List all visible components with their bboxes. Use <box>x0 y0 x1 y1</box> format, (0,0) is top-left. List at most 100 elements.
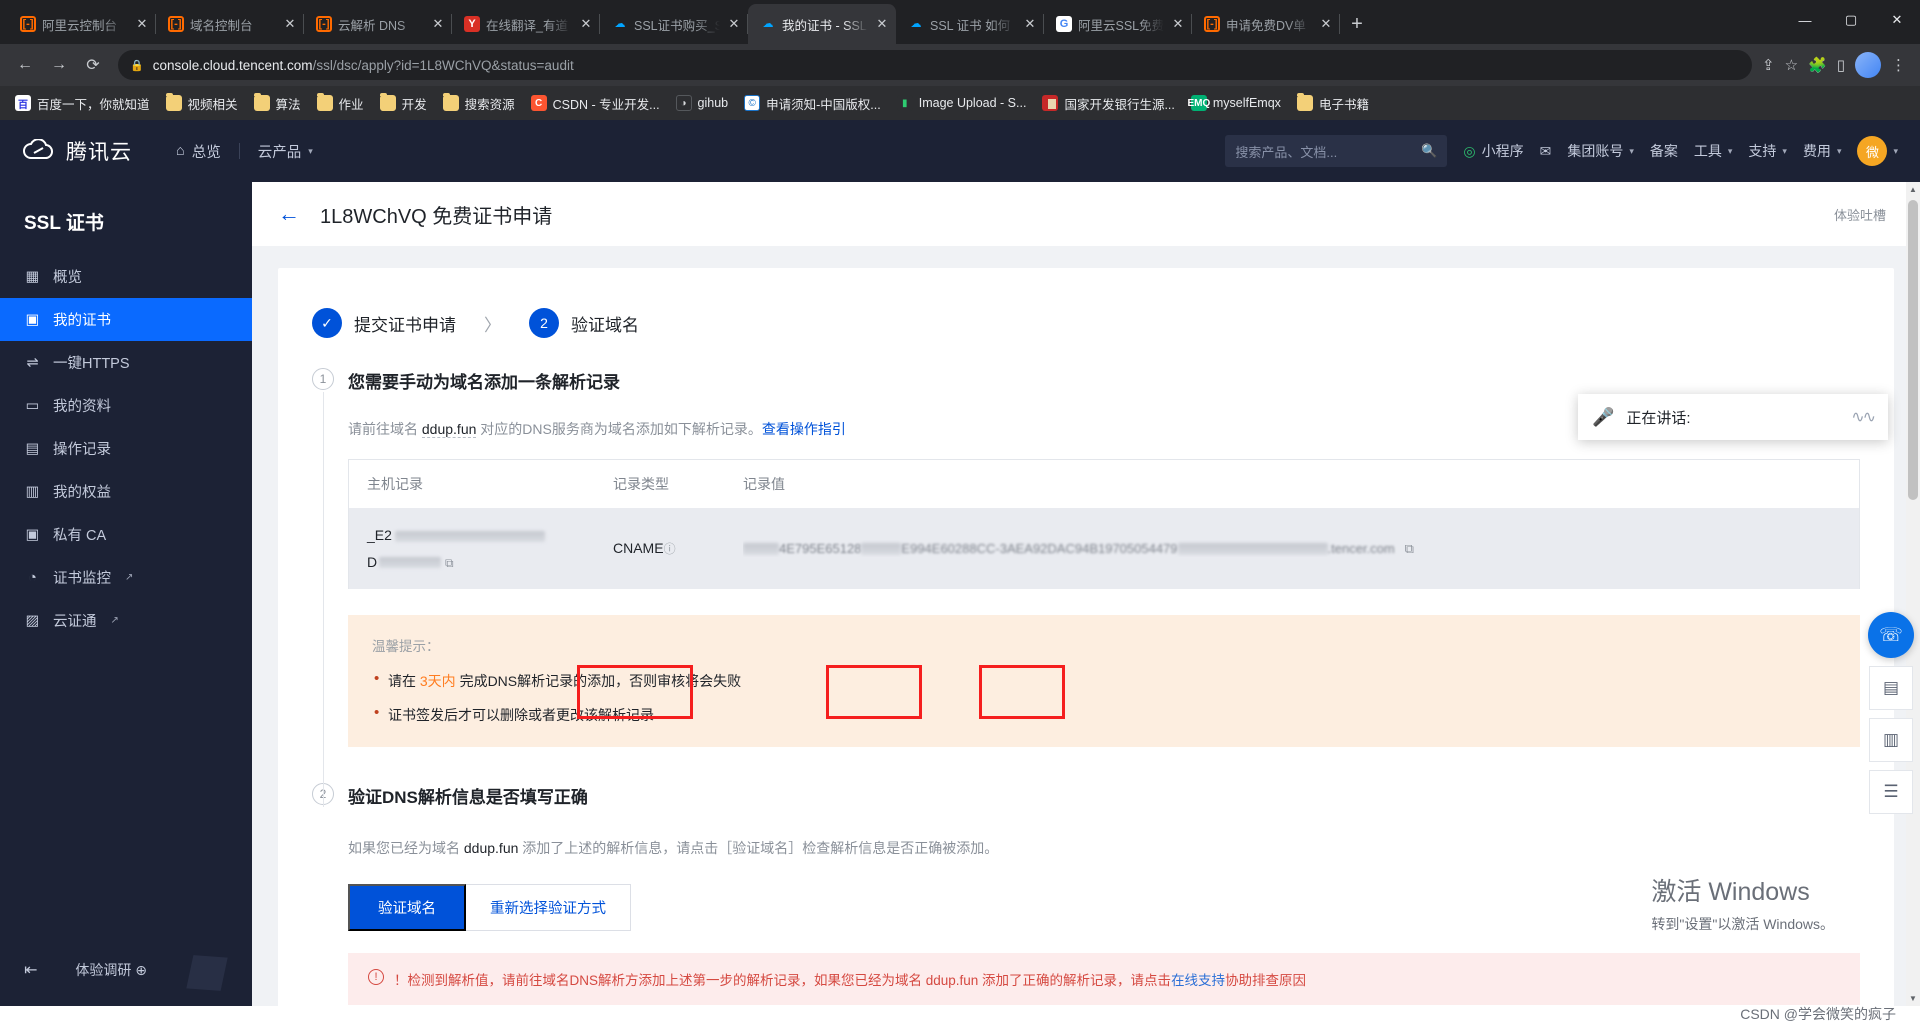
bookmark-item[interactable]: ◑ gihub <box>669 92 736 114</box>
minimize-button[interactable]: — <box>1782 0 1828 40</box>
tab-close-button[interactable]: ✕ <box>1022 16 1038 32</box>
tab-close-button[interactable]: ✕ <box>134 16 150 32</box>
browser-tab[interactable]: ☁ SSL 证书 如何 ✕ <box>896 4 1044 44</box>
browser-tab[interactable]: [-] 域名控制台 ✕ <box>156 4 304 44</box>
scrollbar-thumb[interactable] <box>1908 200 1918 500</box>
extensions-icon[interactable]: 🧩 <box>1808 56 1827 74</box>
sidebar-item-2[interactable]: ⇌ 一键HTTPS <box>0 341 252 384</box>
filing-entry[interactable]: 备案 <box>1650 141 1678 161</box>
sidebar-survey-entry[interactable]: 体验调研 ⊕ <box>75 960 147 980</box>
browser-tab[interactable]: [-] 阿里云控制台 ✕ <box>8 4 156 44</box>
chart-icon: ▮ <box>896 95 913 111</box>
tab-close-button[interactable]: ✕ <box>578 16 594 32</box>
support-menu[interactable]: 支持 ▾ <box>1748 141 1787 161</box>
content-scrollbar[interactable]: ▲ ▼ <box>1906 182 1920 1006</box>
bookmark-item[interactable]: 国家开发银行生源... <box>1035 91 1181 116</box>
sidebar-item-4[interactable]: ▤ 操作记录 <box>0 427 252 470</box>
copy-icon[interactable]: ⧉ <box>1405 541 1414 556</box>
scroll-up-arrow[interactable]: ▲ <box>1906 185 1920 194</box>
verify-domain-button[interactable]: 验证域名 <box>348 884 466 932</box>
sidebar-item-8[interactable]: ▨ 云证通 ↗ <box>0 599 252 642</box>
new-tab-button[interactable]: + <box>1340 7 1374 41</box>
profile-avatar[interactable] <box>1855 52 1881 78</box>
browser-tab[interactable]: [-] 云解析 DNS ✕ <box>304 4 452 44</box>
lock-icon: 🔒 <box>130 59 144 72</box>
browser-tab[interactable]: G 阿里云SSL免费 ✕ <box>1044 4 1192 44</box>
collapse-icon[interactable]: ⇤ <box>24 960 37 980</box>
settings-list-icon[interactable]: ☰ <box>1869 770 1913 814</box>
global-search-input[interactable]: 搜索产品、文档... 🔍 <box>1225 135 1448 167</box>
bookmark-item[interactable]: 视频相关 <box>159 91 245 116</box>
online-support-link[interactable]: 在线支持 <box>1171 973 1225 988</box>
microphone-icon[interactable]: 🎤 <box>1592 407 1614 428</box>
browser-menu-icon[interactable]: ⋮ <box>1891 56 1906 74</box>
tab-close-button[interactable]: ✕ <box>1170 16 1186 32</box>
view-guide-link[interactable]: 查看操作指引 <box>762 421 846 437</box>
nav-products[interactable]: 云产品 ▾ <box>248 135 323 168</box>
back-button[interactable]: ← <box>10 50 40 80</box>
sidebar-item-7[interactable]: ◔ 证书监控 ↗ <box>0 556 252 599</box>
browser-tab[interactable]: ☁ 我的证书 - SSL ✕ <box>748 4 896 44</box>
bookmark-item[interactable]: C CSDN - 专业开发... <box>524 91 667 116</box>
tools-menu[interactable]: 工具 ▾ <box>1694 141 1733 161</box>
tencent-cloud-logo[interactable]: 腾讯云 <box>22 136 132 166</box>
bookmark-item[interactable]: 算法 <box>247 91 308 116</box>
browser-tab[interactable]: ☁ SSL证书购买_S ✕ <box>600 4 748 44</box>
feedback-link[interactable]: 体验吐槽 <box>1834 205 1886 224</box>
error-icon: ! <box>368 969 384 986</box>
bookmark-item[interactable]: 百百度一下，你就知道 <box>8 91 157 116</box>
nav-divider <box>238 143 240 159</box>
info-icon[interactable]: ⓘ <box>664 542 676 556</box>
mail-entry[interactable]: ✉ <box>1540 143 1552 160</box>
group-account-menu[interactable]: 集团账号 ▾ <box>1567 141 1634 161</box>
bookmark-item[interactable]: 搜索资源 <box>436 91 522 116</box>
browser-tab[interactable]: Y 在线翻译_有道 ✕ <box>452 4 600 44</box>
sidebar-item-6[interactable]: ▣ 私有 CA <box>0 513 252 556</box>
browser-tab[interactable]: [-] 申请免费DV单 ✕ <box>1192 4 1340 44</box>
bookmark-item[interactable]: ▮ Image Upload - S... <box>890 92 1034 114</box>
sidebar-item-label: 概览 <box>53 270 82 286</box>
waveform-icon: ∿∿ <box>1851 409 1876 426</box>
address-bar[interactable]: 🔒 console.cloud.tencent.com/ssl/dsc/appl… <box>118 50 1753 80</box>
headset-support-icon[interactable]: ☏ <box>1868 612 1914 658</box>
step-submit-application: ✓ 提交证书申请 <box>312 308 456 338</box>
sidebar-item-1[interactable]: ▣ 我的证书 <box>0 298 252 341</box>
maximize-button[interactable]: ▢ <box>1828 0 1874 40</box>
reload-button[interactable]: ⟳ <box>78 50 108 80</box>
bookmark-item[interactable]: EMQ myselfEmqx <box>1184 92 1288 114</box>
bookmark-item[interactable]: 开发 <box>373 91 434 116</box>
forward-button[interactable]: → <box>44 50 74 80</box>
sidebar-item-3[interactable]: ▭ 我的资料 <box>0 384 252 427</box>
bookmark-item[interactable]: 电子书籍 <box>1290 91 1376 116</box>
tab-close-button[interactable]: ✕ <box>726 16 742 32</box>
tab-close-button[interactable]: ✕ <box>282 16 298 32</box>
sidebar-item-0[interactable]: ▦ 概览 <box>0 255 252 298</box>
tab-close-button[interactable]: ✕ <box>430 16 446 32</box>
miniprogram-entry[interactable]: ◎ 小程序 <box>1463 141 1523 161</box>
fees-menu[interactable]: 费用 ▾ <box>1803 141 1842 161</box>
rechoose-verify-method-button[interactable]: 重新选择验证方式 <box>466 884 631 932</box>
sidebar-item-5[interactable]: ▥ 我的权益 <box>0 470 252 513</box>
search-icon[interactable]: 🔍 <box>1421 143 1437 159</box>
side-panel-icon[interactable]: ▯ <box>1837 56 1845 74</box>
book-icon[interactable]: ▥ <box>1869 718 1913 762</box>
bookmark-star-icon[interactable]: ☆ <box>1785 56 1798 74</box>
nav-overview[interactable]: ⌂ 总览 <box>166 135 231 168</box>
back-arrow-icon[interactable]: ← <box>278 201 300 227</box>
main-content: ← 1L8WChVQ 免费证书申请 体验吐槽 ✓ 提交证书申请 〉 2 验证域名… <box>252 182 1920 1006</box>
tab-close-button[interactable]: ✕ <box>1318 16 1334 32</box>
share-icon[interactable]: ⇪ <box>1762 56 1775 74</box>
host-record-value-tail: D <box>367 553 378 570</box>
copy-icon[interactable]: ⧉ <box>445 556 454 570</box>
tab-close-button[interactable]: ✕ <box>874 16 890 32</box>
bookmark-item[interactable]: 作业 <box>310 91 371 116</box>
folder-icon <box>1296 93 1313 111</box>
domain-name: ddup.fun <box>421 421 477 438</box>
scroll-down-arrow[interactable]: ▼ <box>1906 994 1920 1003</box>
step-label: 验证域名 <box>571 315 639 335</box>
user-menu[interactable]: 微 ▾ <box>1857 136 1898 166</box>
close-window-button[interactable]: ✕ <box>1874 0 1920 40</box>
bookmark-item[interactable]: © 申请须知-中国版权... <box>737 91 888 116</box>
document-icon[interactable]: ▤ <box>1869 666 1913 710</box>
domain-name: ddup.fun <box>463 840 519 857</box>
